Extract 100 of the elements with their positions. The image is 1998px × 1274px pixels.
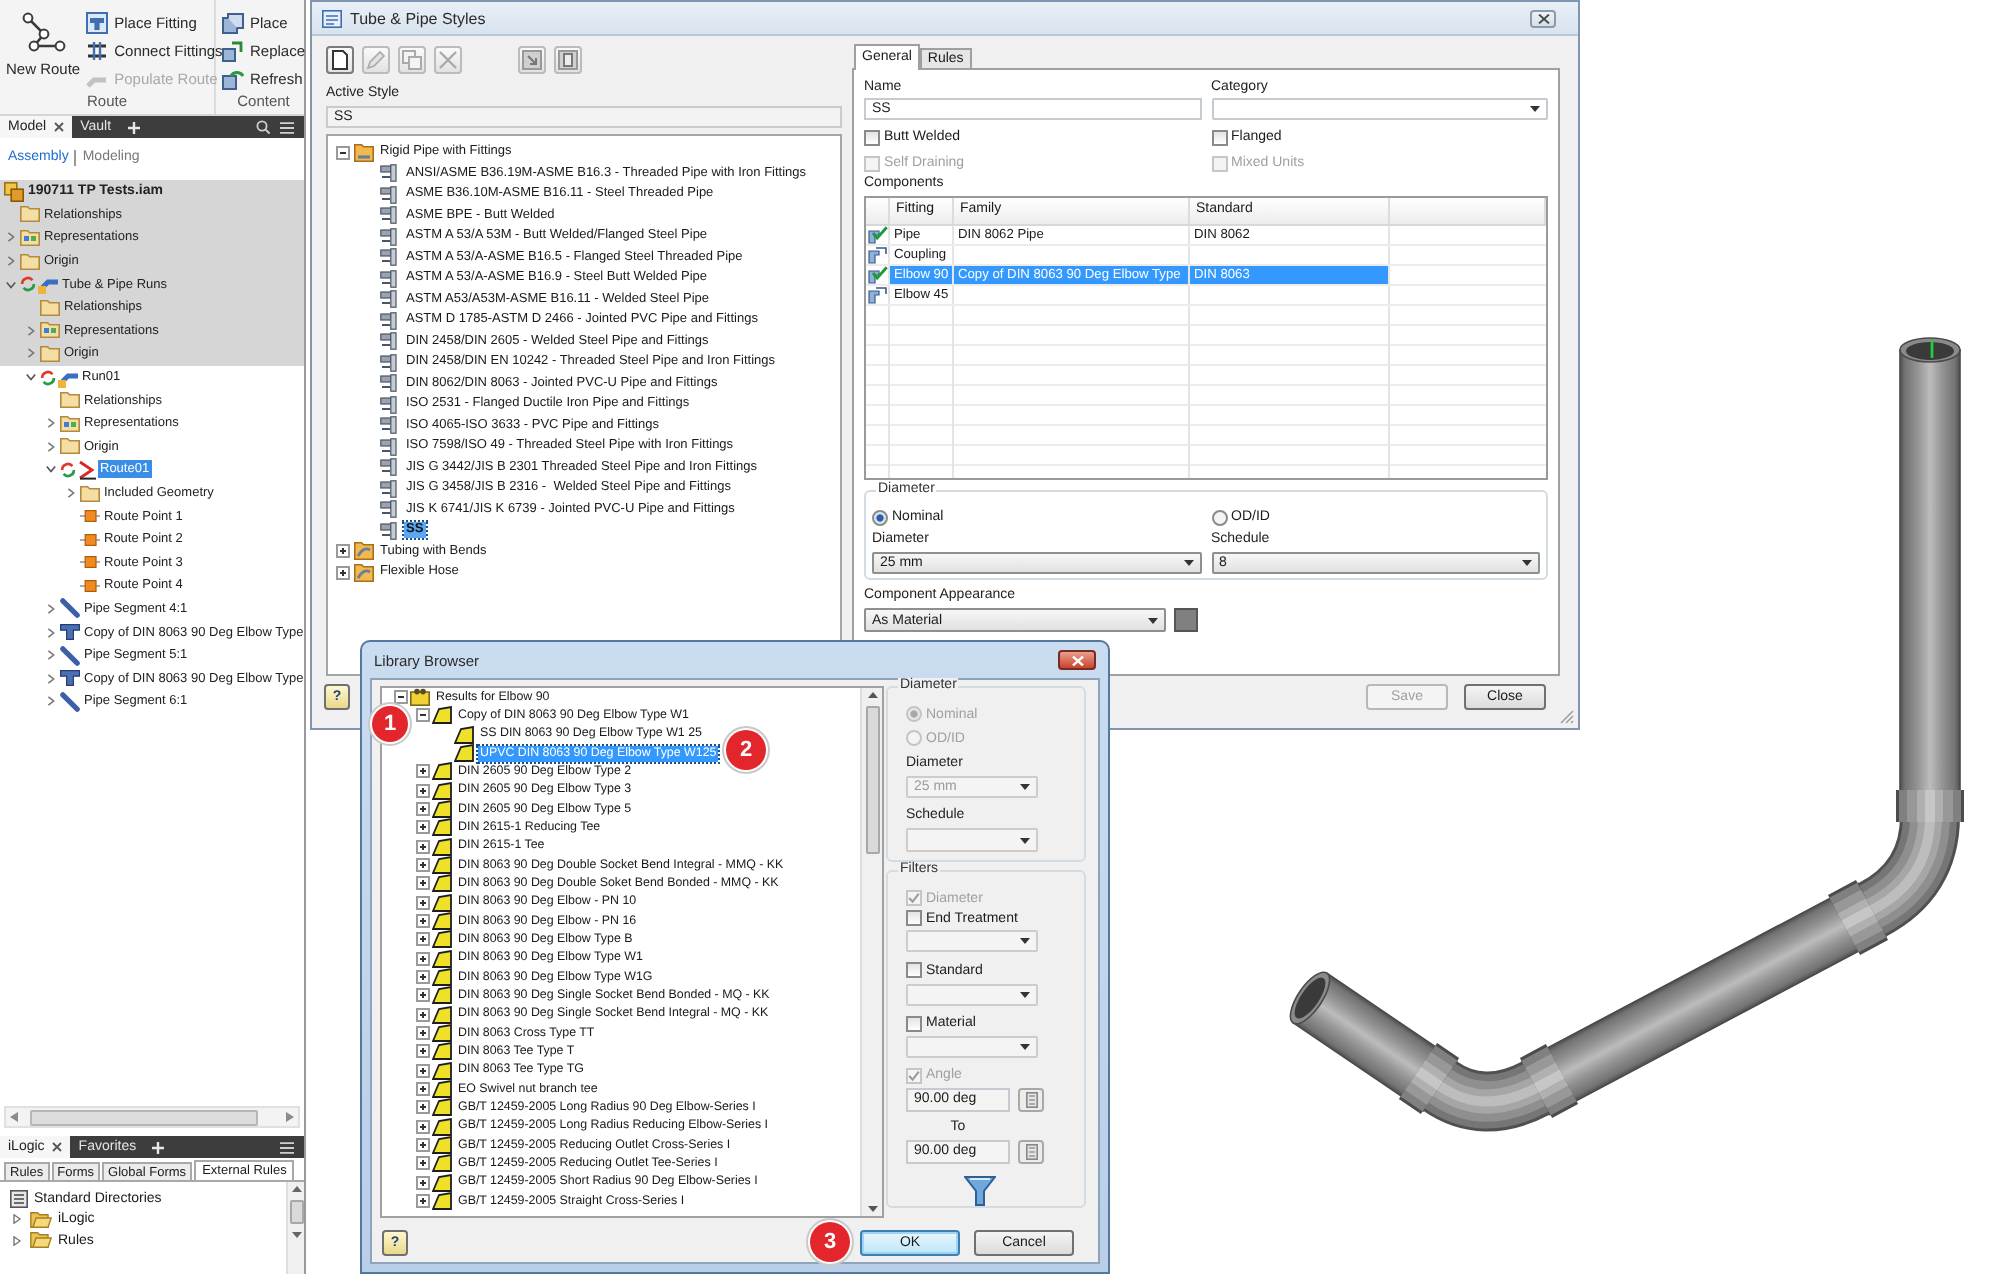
close-icon[interactable]	[54, 122, 65, 132]
fitting-icon	[60, 670, 80, 687]
route-point-icon	[80, 556, 100, 569]
close-icon[interactable]	[52, 1142, 63, 1152]
checkbox[interactable]	[1211, 129, 1227, 145]
plus-box-icon[interactable]	[416, 895, 430, 910]
close-icon	[1071, 655, 1083, 665]
scroll-right-arrow-icon[interactable]	[286, 1112, 294, 1122]
plus-box-icon[interactable]	[416, 988, 430, 1003]
pipe-style-icon	[380, 332, 400, 351]
vertical-scrollbar[interactable]	[860, 688, 882, 1216]
scroll-down-arrow-icon[interactable]	[867, 1206, 877, 1212]
plus-icon[interactable]	[152, 1141, 165, 1153]
plus-box-icon[interactable]	[416, 1119, 430, 1134]
plus-box-icon[interactable]	[336, 565, 350, 580]
plus-box-icon[interactable]	[416, 1156, 430, 1171]
pipe-segment-icon	[60, 645, 80, 666]
plus-icon[interactable]	[127, 121, 140, 133]
minus-box-icon[interactable]	[336, 145, 350, 160]
pencil-icon	[366, 49, 386, 69]
pipe-style-icon	[380, 416, 400, 435]
update-arrows-icon	[40, 369, 56, 386]
scrollbar-thumb[interactable]	[289, 1200, 303, 1224]
scroll-left-arrow-icon[interactable]	[10, 1112, 18, 1122]
color-swatch[interactable]	[1174, 608, 1198, 632]
chevron-right-icon[interactable]	[66, 488, 76, 499]
plus-box-icon[interactable]	[416, 783, 430, 798]
plus-box-icon[interactable]	[416, 820, 430, 835]
menu-icon[interactable]	[280, 121, 294, 133]
open-folder-icon	[30, 1211, 52, 1228]
plus-box-icon[interactable]	[416, 1138, 430, 1153]
plus-box-icon[interactable]	[416, 1194, 430, 1209]
update-arrows-icon	[60, 461, 76, 478]
chevron-right-icon[interactable]	[46, 673, 56, 684]
search-results-icon	[410, 688, 430, 707]
plus-box-icon[interactable]	[416, 951, 430, 966]
calculator-button[interactable]	[1018, 1087, 1044, 1112]
directory-tree-icon	[10, 1189, 28, 1208]
caret-down-icon	[1020, 991, 1030, 998]
plus-box-icon[interactable]	[336, 544, 350, 559]
funnel-filter-icon[interactable]	[964, 1175, 996, 1206]
chevron-right-icon[interactable]	[46, 603, 56, 614]
chevron-right-icon[interactable]	[46, 650, 56, 661]
plus-box-icon[interactable]	[416, 839, 430, 854]
vertical-scrollbar[interactable]	[286, 1182, 304, 1274]
plus-box-icon[interactable]	[416, 1082, 430, 1097]
checkbox[interactable]	[906, 1015, 922, 1032]
plus-box-icon[interactable]	[416, 914, 430, 929]
route-icon	[78, 459, 96, 480]
close-button[interactable]	[1058, 650, 1096, 670]
scroll-up-arrow-icon[interactable]	[867, 692, 877, 698]
chevron-right-icon[interactable]	[46, 418, 56, 429]
plus-box-icon[interactable]	[416, 932, 430, 947]
menu-icon[interactable]	[280, 1141, 294, 1153]
plus-box-icon[interactable]	[416, 970, 430, 985]
plus-box-icon[interactable]	[416, 802, 430, 817]
pipe-style-icon	[380, 185, 400, 204]
checkbox[interactable]	[906, 962, 922, 979]
plus-box-icon[interactable]	[416, 1100, 430, 1115]
triangle-right-icon[interactable]	[12, 1235, 22, 1246]
chevron-right-icon[interactable]	[46, 696, 56, 707]
plus-box-icon[interactable]	[416, 1063, 430, 1078]
chevron-down-icon[interactable]	[46, 464, 56, 475]
plus-box-icon[interactable]	[416, 764, 430, 779]
plus-box-icon[interactable]	[416, 858, 430, 873]
plus-box-icon[interactable]	[416, 1026, 430, 1041]
scroll-up-arrow-icon[interactable]	[291, 1186, 301, 1192]
fitting-icon	[60, 624, 80, 641]
resize-grip-icon[interactable]	[1560, 710, 1574, 724]
scroll-down-arrow-icon[interactable]	[291, 1232, 301, 1238]
minus-box-icon[interactable]	[416, 708, 430, 723]
triangle-right-icon[interactable]	[12, 1214, 22, 1225]
checkmark-icon	[908, 892, 920, 905]
horizontal-scrollbar[interactable]	[4, 1106, 300, 1128]
replace-icon	[222, 40, 244, 62]
scrollbar-thumb[interactable]	[30, 1109, 258, 1125]
caret-down-icon	[1530, 106, 1540, 112]
checkbox[interactable]	[864, 129, 880, 145]
chevron-down-icon[interactable]	[26, 372, 36, 383]
radio-button[interactable]	[872, 509, 888, 525]
plus-box-icon[interactable]	[416, 1007, 430, 1022]
close-button[interactable]	[1530, 9, 1556, 27]
calculator-button[interactable]	[1018, 1139, 1044, 1164]
checkbox[interactable]	[906, 910, 922, 927]
scrollbar-thumb[interactable]	[865, 706, 879, 854]
plus-box-icon[interactable]	[416, 876, 430, 891]
search-icon[interactable]	[256, 120, 270, 134]
representations-folder-icon	[40, 322, 60, 339]
chevron-right-icon[interactable]	[46, 627, 56, 638]
pipe-folder-icon	[354, 143, 374, 162]
chevron-right-icon[interactable]	[46, 441, 56, 452]
folder-icon	[60, 392, 80, 409]
representations-folder-icon	[60, 415, 80, 432]
minus-box-icon[interactable]	[394, 690, 408, 705]
plus-box-icon[interactable]	[416, 1044, 430, 1059]
plus-box-icon[interactable]	[416, 1175, 430, 1190]
radio-button[interactable]	[1211, 509, 1227, 525]
assembly-icon	[4, 181, 24, 202]
new-document-icon	[330, 49, 350, 69]
toolbar-button[interactable]	[326, 45, 354, 73]
